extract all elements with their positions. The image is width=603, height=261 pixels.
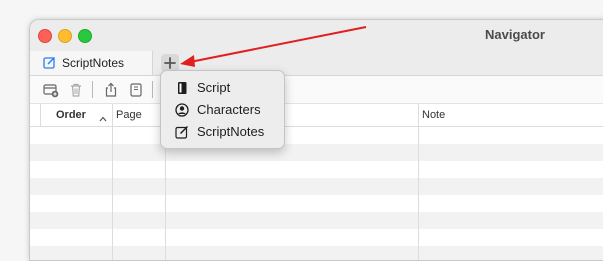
table-row[interactable]	[30, 246, 603, 260]
annotation-arrow	[180, 26, 367, 67]
